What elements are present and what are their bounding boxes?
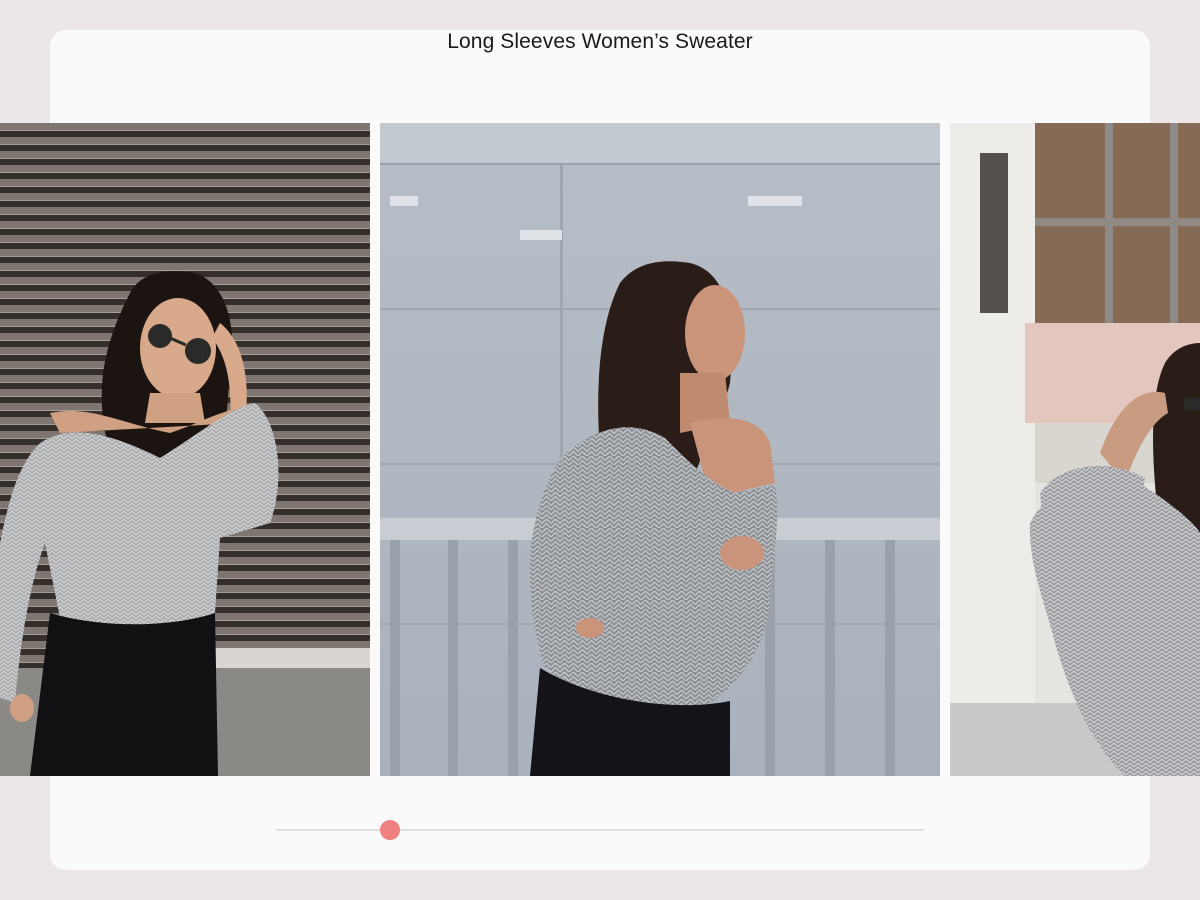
photo-next-illustration <box>950 123 1200 776</box>
gallery-image-current[interactable] <box>380 123 940 776</box>
gallery-image-prev[interactable] <box>0 123 370 776</box>
photo-prev-illustration <box>0 123 370 776</box>
product-title: Long Sleeves Women’s Sweater <box>447 30 753 53</box>
gallery-slider[interactable] <box>275 820 925 840</box>
slider-thumb[interactable] <box>380 820 401 840</box>
gallery-image-next[interactable] <box>950 123 1200 776</box>
slider-track[interactable] <box>275 829 925 831</box>
photo-current-illustration <box>380 123 940 776</box>
